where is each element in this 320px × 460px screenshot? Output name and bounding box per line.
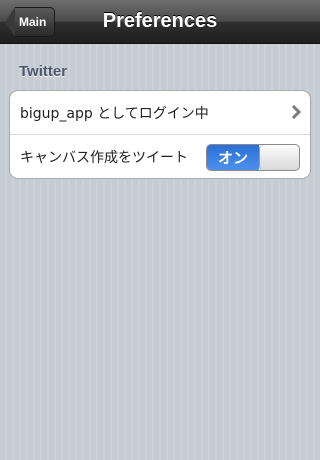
back-arrow-icon — [5, 7, 15, 37]
twitter-settings-group: bigup_app としてログイン中 キャンバス作成をツイート オン — [9, 90, 311, 179]
twitter-account-row[interactable]: bigup_app としてログイン中 — [10, 91, 310, 135]
toggle-on-label: オン — [207, 145, 259, 170]
chevron-right-icon — [286, 104, 302, 120]
tweet-canvas-row: キャンバス作成をツイート オン — [10, 135, 310, 178]
back-button-label: Main — [15, 7, 56, 37]
back-button[interactable]: Main — [5, 7, 56, 37]
tweet-canvas-label: キャンバス作成をツイート — [20, 150, 188, 166]
navigation-bar: Main Preferences — [0, 0, 320, 44]
tweet-canvas-toggle[interactable]: オン — [206, 144, 300, 171]
section-header-twitter: Twitter — [19, 63, 68, 80]
twitter-account-label: bigup_app としてログイン中 — [20, 105, 209, 122]
toggle-knob — [259, 145, 299, 170]
